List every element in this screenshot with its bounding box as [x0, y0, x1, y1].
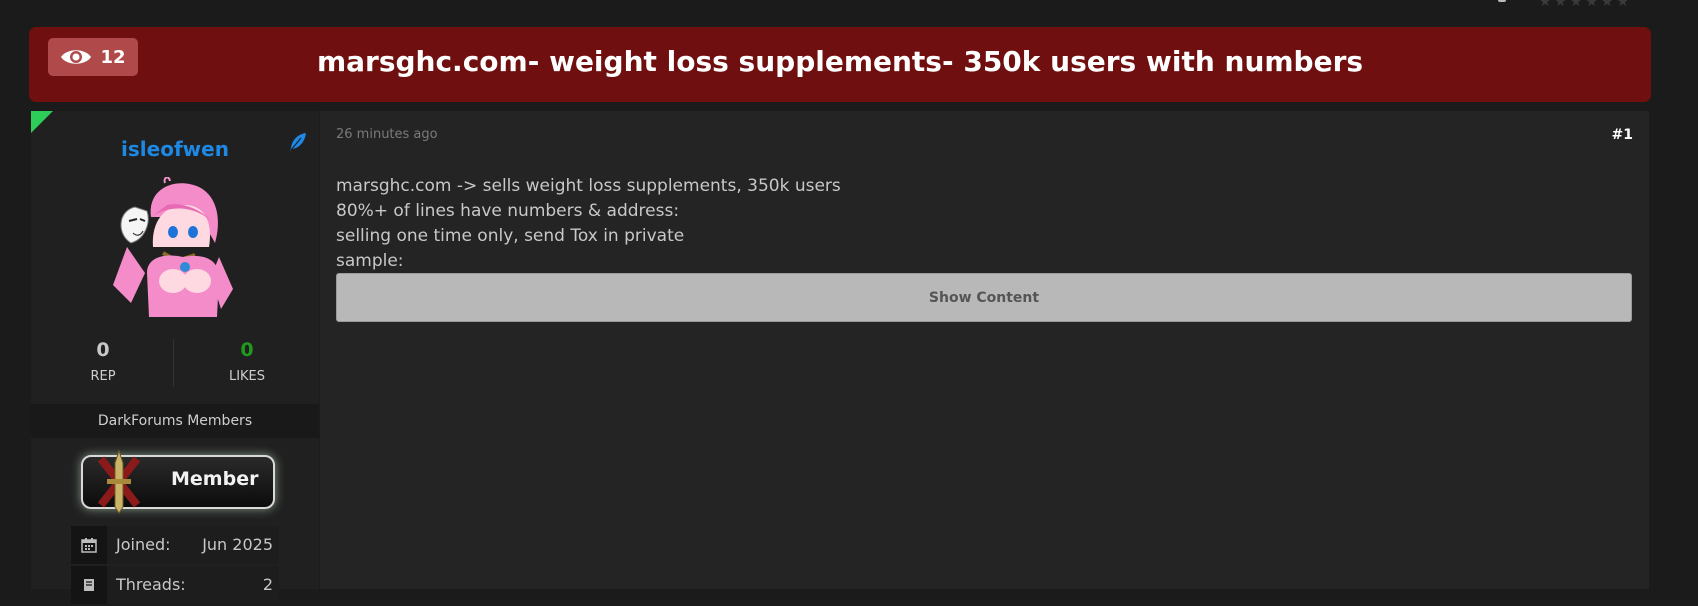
top-strip: ★★★★★★: [0, 0, 1698, 22]
thread-title-bar: 12 marsghc.com- weight loss supplements-…: [29, 27, 1651, 102]
post-line: 80%+ of lines have numbers & address:: [336, 201, 680, 221]
threads-row: Threads: 2: [71, 566, 279, 604]
thread-title: marsghc.com- weight loss supplements- 35…: [316, 45, 1364, 78]
user-group: DarkForums Members: [31, 404, 319, 438]
likes-label: LIKES: [228, 369, 266, 384]
stat-divider: [173, 339, 174, 387]
rep-stat[interactable]: 0 REP: [31, 339, 175, 384]
post-number-link[interactable]: #1: [1612, 127, 1633, 143]
rating-stars-icon[interactable]: ★★★★★★: [1539, 0, 1632, 10]
member-badge: Member: [81, 449, 275, 514]
member-badge-label: Member: [171, 468, 259, 490]
joined-value: Jun 2025: [202, 535, 273, 554]
threads-label: Threads:: [116, 575, 186, 594]
rep-value: 0: [96, 339, 110, 361]
username-link[interactable]: isleofwen: [31, 137, 319, 161]
likes-stat[interactable]: 0 LIKES: [175, 339, 319, 384]
author-panel: isleofwen 0 REP 0 LIKES DarkForums Membe…: [31, 111, 319, 604]
book-icon: [84, 579, 94, 591]
online-indicator: [31, 111, 53, 133]
joined-label: Joined:: [116, 535, 171, 554]
post-line: sample:: [336, 251, 404, 271]
calendar-icon: [81, 538, 97, 553]
pagination-mark: [1498, 0, 1506, 2]
likes-value: 0: [240, 339, 254, 361]
joined-row: Joined: Jun 2025: [71, 526, 279, 564]
post-timestamp: 26 minutes ago: [336, 127, 438, 142]
post-panel: 26 minutes ago #1 marsghc.com -> sells w…: [320, 111, 1649, 589]
threads-value[interactable]: 2: [263, 575, 273, 594]
user-stats: 0 REP 0 LIKES: [31, 339, 319, 395]
avatar[interactable]: [107, 177, 243, 321]
post-body: marsghc.com -> sells weight loss supplem…: [336, 174, 841, 274]
rep-label: REP: [90, 369, 116, 384]
show-content-button[interactable]: Show Content: [336, 273, 1632, 322]
sword-emblem-icon: [97, 449, 141, 514]
post-line: marsghc.com -> sells weight loss supplem…: [336, 176, 841, 196]
feather-icon: [290, 133, 306, 151]
user-info-table: Joined: Jun 2025 Threads: 2: [71, 526, 279, 606]
post-line: selling one time only, send Tox in priva…: [336, 226, 685, 246]
